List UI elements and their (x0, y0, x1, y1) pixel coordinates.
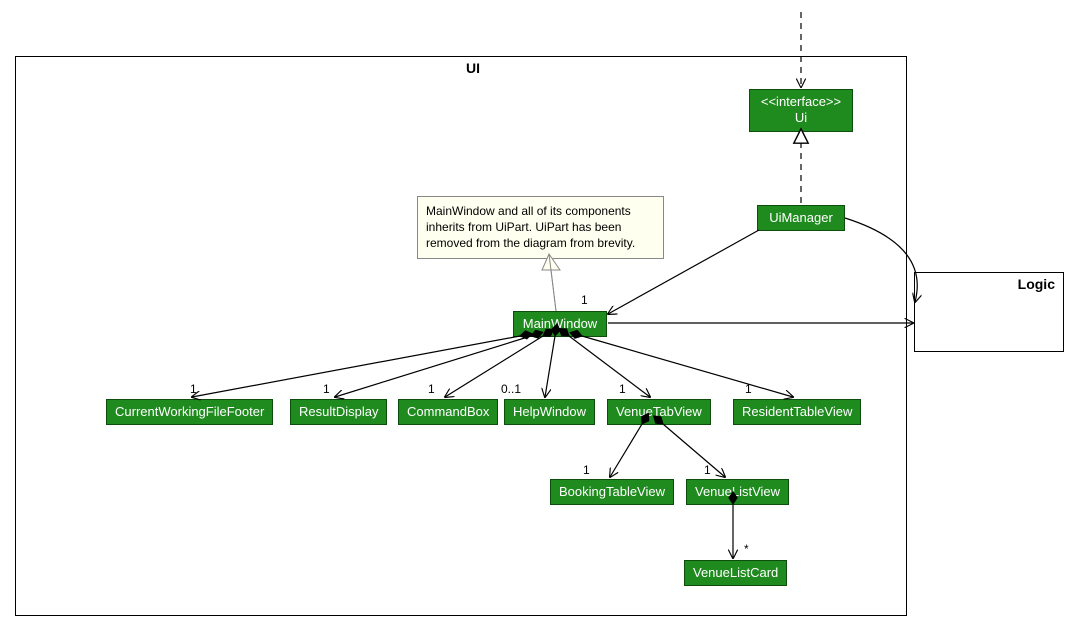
class-venue-list-card: VenueListCard (684, 560, 787, 586)
package-logic-label: Logic (1018, 276, 1055, 292)
note-uipart: MainWindow and all of its components inh… (417, 196, 664, 259)
mult-venue-tab-view: 1 (619, 382, 626, 396)
main-window-name: MainWindow (523, 316, 597, 331)
ui-interface-name: Ui (758, 110, 844, 126)
class-resident-table-view: ResidentTableView (733, 399, 861, 425)
ui-interface-stereotype: <<interface>> (758, 94, 844, 110)
class-command-box: CommandBox (398, 399, 498, 425)
mult-resident-table-view: 1 (745, 382, 752, 396)
class-result-display: ResultDisplay (290, 399, 387, 425)
class-help-window: HelpWindow (504, 399, 595, 425)
mult-result-display: 1 (323, 382, 330, 396)
resident-table-view-name: ResidentTableView (742, 404, 852, 419)
class-cwff: CurrentWorkingFileFooter (106, 399, 273, 425)
note-line2: inherits from UiPart. UiPart has been (426, 219, 655, 235)
package-ui-label: UI (466, 60, 480, 76)
ui-manager-name: UiManager (769, 210, 833, 225)
class-ui-interface: <<interface>> Ui (749, 89, 853, 132)
venue-list-view-name: VenueListView (695, 484, 780, 499)
venue-tab-view-name: VenueTabView (616, 404, 702, 419)
note-line3: removed from the diagram from brevity. (426, 235, 655, 251)
mult-booking-table-view: 1 (583, 463, 590, 477)
class-booking-table-view: BookingTableView (550, 479, 674, 505)
mult-venue-list-view: 1 (704, 463, 711, 477)
command-box-name: CommandBox (407, 404, 489, 419)
mult-mw-uimanager: 1 (581, 293, 588, 307)
cwff-name: CurrentWorkingFileFooter (115, 404, 264, 419)
help-window-name: HelpWindow (513, 404, 586, 419)
mult-command-box: 1 (428, 382, 435, 396)
venue-list-card-name: VenueListCard (693, 565, 778, 580)
result-display-name: ResultDisplay (299, 404, 378, 419)
mult-venue-list-card: * (744, 542, 749, 556)
mult-help-window: 0..1 (501, 382, 521, 396)
class-venue-list-view: VenueListView (686, 479, 789, 505)
class-ui-manager: UiManager (757, 205, 845, 231)
mult-cwff: 1 (190, 382, 197, 396)
note-line1: MainWindow and all of its components (426, 203, 655, 219)
package-ui: UI (15, 56, 907, 616)
class-main-window: MainWindow (513, 311, 607, 337)
package-logic: Logic (914, 272, 1064, 352)
booking-table-view-name: BookingTableView (559, 484, 665, 499)
class-venue-tab-view: VenueTabView (607, 399, 711, 425)
